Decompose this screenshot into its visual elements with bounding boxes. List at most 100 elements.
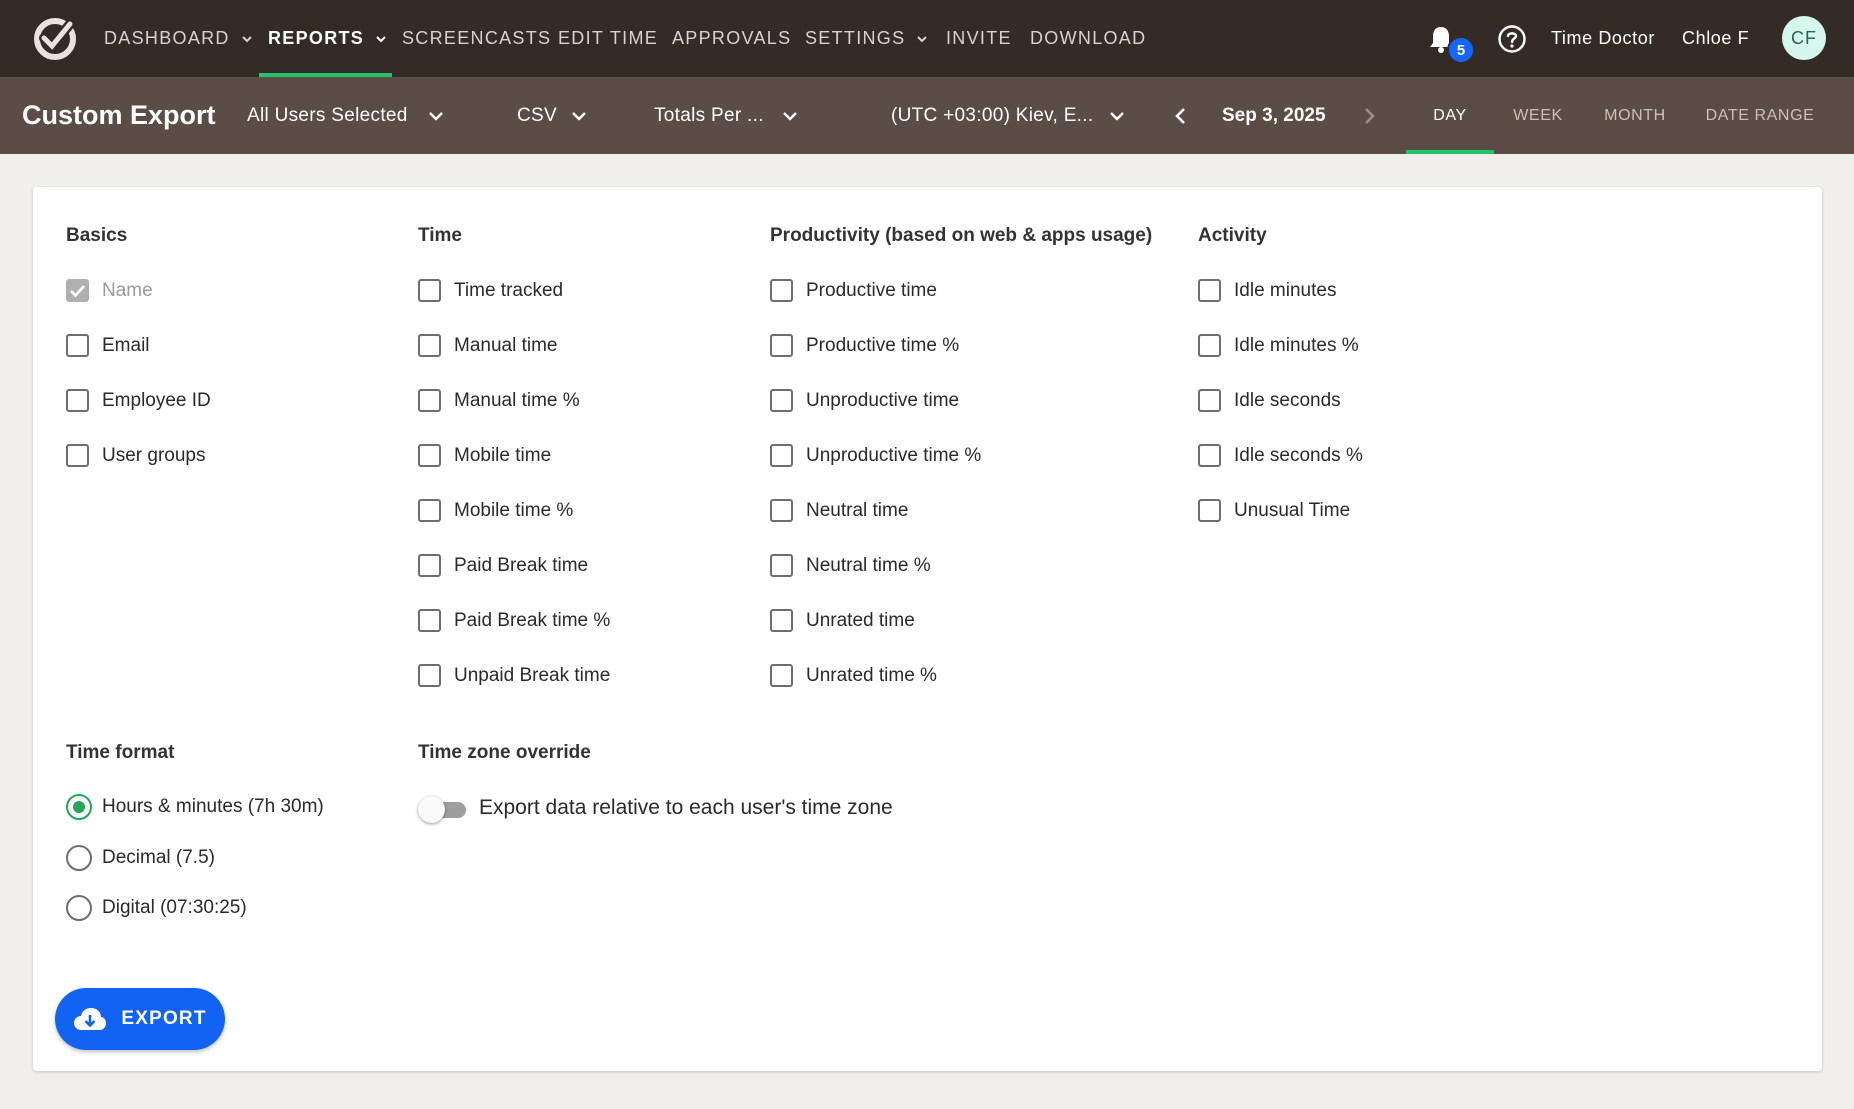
nav-download-label: DOWNLOAD [1030,28,1147,48]
option-mobile-time[interactable]: Mobile time [418,444,551,467]
checkbox[interactable] [418,609,441,632]
checkbox[interactable] [1198,334,1221,357]
nav-edit-time[interactable]: EDIT TIME [558,0,658,77]
option-email[interactable]: Email [66,334,150,357]
nav-approvals[interactable]: APPROVALS [672,0,791,77]
checkbox[interactable] [770,499,793,522]
option-unpaid-break-time[interactable]: Unpaid Break time [418,664,610,687]
nav-screencasts[interactable]: SCREENCASTS [402,0,551,77]
nav-invite-label: INVITE [946,28,1012,48]
checkbox[interactable] [66,444,89,467]
checkbox[interactable] [1198,279,1221,302]
checkbox[interactable] [770,609,793,632]
radio-digital[interactable]: Digital (07:30:25) [66,895,247,921]
page-title: Custom Export [22,100,216,130]
timezone-override-label: Export data relative to each user's time… [479,796,893,819]
timezone-dropdown[interactable]: (UTC +03:00) Kiev, E... [891,77,1127,154]
option-unproductive-time[interactable]: Unproductive time [770,389,959,412]
avatar[interactable]: CF [1782,16,1826,60]
option-manual-time-pct[interactable]: Manual time % [418,389,580,412]
nav-settings-label: SETTINGS [805,28,906,48]
option-productive-time-pct[interactable]: Productive time % [770,334,959,357]
radio-label: Digital (07:30:25) [102,897,247,918]
format-value: CSV [517,104,557,126]
option-unrated-time[interactable]: Unrated time [770,609,915,632]
export-button[interactable]: EXPORT [55,988,225,1050]
option-unusual-time[interactable]: Unusual Time [1198,499,1350,522]
time-doctor-logo[interactable] [30,14,80,64]
nav-dashboard-label: DASHBOARD [104,28,230,48]
radio-icon[interactable] [66,845,92,871]
tab-date-range[interactable]: DATE RANGE [1700,77,1820,154]
option-user-groups[interactable]: User groups [66,444,206,467]
option-idle-minutes[interactable]: Idle minutes [1198,279,1336,302]
nav-reports[interactable]: REPORTS [268,0,388,77]
option-label: Neutral time % [806,554,931,576]
tab-month[interactable]: MONTH [1592,77,1678,154]
checkbox[interactable] [770,554,793,577]
checkbox[interactable] [770,334,793,357]
radio-hours-minutes[interactable]: Hours & minutes (7h 30m) [66,794,324,820]
checkbox[interactable] [1198,444,1221,467]
grouping-value: Totals Per ... [654,104,764,126]
chevron-left-icon[interactable] [1169,104,1193,128]
checkbox[interactable] [418,554,441,577]
checkbox[interactable] [418,279,441,302]
checkbox[interactable] [770,389,793,412]
nav-dashboard[interactable]: DASHBOARD [104,0,254,77]
checkbox[interactable] [1198,499,1221,522]
timezone-override-toggle[interactable] [418,796,468,823]
option-label: Paid Break time % [454,609,611,631]
nav-download[interactable]: DOWNLOAD [1030,0,1146,77]
tab-week[interactable]: WEEK [1500,77,1576,154]
radio-selected-icon[interactable] [66,794,92,820]
option-label: Unproductive time % [806,444,982,466]
chevron-down-icon [1110,111,1125,121]
option-paid-break-time-pct[interactable]: Paid Break time % [418,609,610,632]
checkbox[interactable] [418,499,441,522]
user-name[interactable]: Chloe F [1682,0,1749,77]
nav-settings[interactable]: SETTINGS [805,0,929,77]
option-idle-seconds[interactable]: Idle seconds [1198,389,1341,412]
radio-icon[interactable] [66,895,92,921]
option-label: Unproductive time [806,389,960,411]
tab-day[interactable]: DAY [1406,77,1494,154]
radio-decimal[interactable]: Decimal (7.5) [66,845,215,871]
chevron-right-icon[interactable] [1357,104,1381,128]
checkbox[interactable] [418,334,441,357]
nav-invite[interactable]: INVITE [946,0,1012,77]
option-label: Neutral time [806,499,909,521]
radio-label: Decimal (7.5) [102,847,215,868]
option-idle-seconds-pct[interactable]: Idle seconds % [1198,444,1363,467]
users-filter-dropdown[interactable]: All Users Selected [247,77,446,154]
option-idle-minutes-pct[interactable]: Idle minutes % [1198,334,1359,357]
option-label: Time tracked [454,279,564,301]
option-paid-break-time[interactable]: Paid Break time [418,554,588,577]
option-neutral-time-pct[interactable]: Neutral time % [770,554,931,577]
option-label: Idle seconds % [1234,444,1363,466]
current-date[interactable]: Sep 3, 2025 [1222,77,1326,154]
option-productive-time[interactable]: Productive time [770,279,937,302]
checkbox[interactable] [418,664,441,687]
checkbox[interactable] [770,444,793,467]
option-label: Idle seconds [1234,389,1341,411]
option-unrated-time-pct[interactable]: Unrated time % [770,664,937,687]
checkbox[interactable] [66,334,89,357]
option-unproductive-time-pct[interactable]: Unproductive time % [770,444,981,467]
checkbox[interactable] [770,664,793,687]
checkbox[interactable] [418,389,441,412]
option-employee-id[interactable]: Employee ID [66,389,211,412]
checkbox[interactable] [1198,389,1221,412]
format-dropdown[interactable]: CSV [517,77,589,154]
checkbox[interactable] [418,444,441,467]
option-time-tracked[interactable]: Time tracked [418,279,563,302]
company-name[interactable]: Time Doctor [1551,0,1655,77]
checkbox[interactable] [770,279,793,302]
checkbox[interactable] [66,389,89,412]
option-neutral-time[interactable]: Neutral time [770,499,908,522]
grouping-dropdown[interactable]: Totals Per ... [654,77,800,154]
option-mobile-time-pct[interactable]: Mobile time % [418,499,573,522]
option-manual-time[interactable]: Manual time [418,334,558,357]
help-icon[interactable] [1497,24,1527,54]
chevron-down-icon [376,35,386,42]
